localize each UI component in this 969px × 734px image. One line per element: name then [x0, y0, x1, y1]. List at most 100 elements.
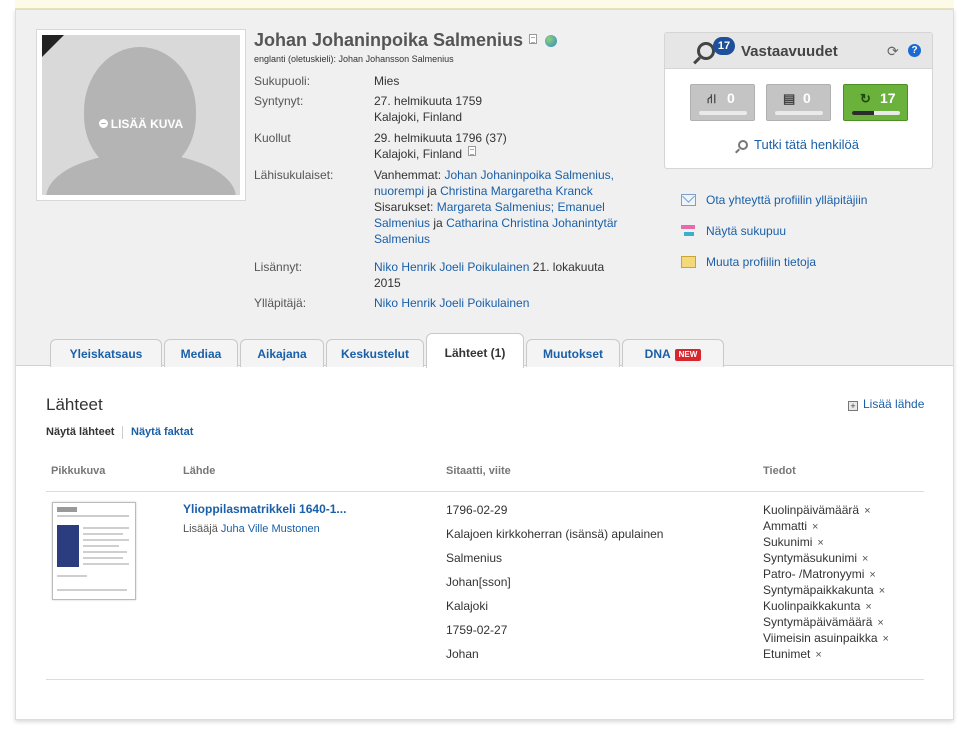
added-by-label: Lisääjä	[183, 523, 218, 535]
add-photo-button[interactable]: LISÄÄ KUVA	[42, 117, 240, 131]
progress-bar	[852, 111, 900, 115]
column-header-source: Lähde	[183, 465, 216, 477]
tab-dna[interactable]: DNA NEW	[622, 339, 724, 367]
table-header-divider	[46, 491, 924, 492]
source-thumbnail[interactable]	[52, 502, 136, 600]
sibling-link-cont[interactable]: Salmenius	[374, 232, 430, 246]
remove-icon[interactable]: ×	[869, 569, 875, 581]
fact-label: Kuollut	[254, 131, 291, 145]
column-header-citation: Sitaatti, viite	[446, 465, 511, 477]
view-tree-link[interactable]: Näytä sukupuu	[681, 224, 786, 238]
record-match-icon: ▤	[783, 91, 796, 106]
remove-icon[interactable]: ×	[815, 649, 821, 661]
fact-tag-label: Kuolinpäivämäärä	[763, 503, 860, 517]
profile-name-row: Johan Johaninpoika Salmenius	[254, 30, 558, 51]
tab-discussions[interactable]: Keskustelut	[326, 339, 424, 367]
thumb-logo	[57, 507, 77, 512]
family-tree-icon	[681, 225, 696, 237]
sibling-link[interactable]: Emanuel	[557, 200, 604, 214]
contact-managers-link[interactable]: Ota yhteyttä profiilin ylläpitäjiin	[681, 193, 867, 207]
source-adder-link[interactable]: Juha Ville Mustonen	[221, 523, 320, 535]
sibling-link[interactable]: Margareta Salmenius;	[437, 200, 554, 214]
tab-sources[interactable]: Lähteet (1)	[426, 333, 524, 368]
remove-icon[interactable]: ×	[883, 633, 889, 645]
death-place: Kalajoki, Finland	[374, 147, 463, 161]
citation-item: Kalajoen kirkkoherran (isänsä) apulainen	[446, 527, 664, 541]
thumb-line	[83, 563, 129, 565]
parent-link[interactable]: Christina Margaretha Kranck	[440, 184, 593, 198]
thumb-line	[83, 533, 123, 535]
thumb-line	[57, 575, 87, 577]
tree-matches-button[interactable]: ⛙ 0	[690, 84, 755, 121]
remove-icon[interactable]: ×	[817, 537, 823, 549]
remove-icon[interactable]: ×	[879, 585, 885, 597]
source-title-link[interactable]: Ylioppilasmatrikkeli 1640-1...	[183, 502, 346, 516]
thumb-sidebar	[57, 525, 79, 567]
thumb-line	[83, 551, 127, 553]
show-facts-tab[interactable]: Näytä faktat	[131, 426, 193, 438]
add-source-button[interactable]: + Lisää lähde	[848, 397, 924, 411]
fact-tag-label: Viimeisin asuinpaikka	[763, 631, 878, 645]
thumb-line	[57, 515, 129, 517]
parent-link[interactable]: Johan Johaninpoika Salmenius,	[445, 168, 614, 182]
matches-header: 17 Vastaavuudet ⟳ ?	[665, 33, 932, 69]
matches-panel: 17 Vastaavuudet ⟳ ? ⛙ 0 ▤ 0 ↻ 17 Tutki t…	[664, 32, 933, 169]
fact-tag: Etunimet ×	[763, 646, 822, 663]
remove-icon[interactable]: ×	[862, 553, 868, 565]
explore-person-link[interactable]: Tutki tätä henkilöä	[738, 137, 859, 152]
remove-icon[interactable]: ×	[877, 617, 883, 629]
death-date: 29. helmikuuta 1796 (37)	[374, 131, 507, 145]
progress-fill	[852, 111, 874, 115]
add-photo-label: LISÄÄ KUVA	[110, 117, 184, 131]
tab-overview[interactable]: Yleiskatsaus	[50, 339, 162, 367]
fact-tag: Kuolinpäivämäärä ×	[763, 502, 871, 519]
remove-icon[interactable]: ×	[865, 601, 871, 613]
tree-matches-count: 0	[727, 90, 735, 106]
globe-icon[interactable]	[545, 35, 558, 47]
table-bottom-divider	[46, 679, 924, 680]
added-by-link[interactable]: Niko Henrik Joeli Poikulainen	[374, 260, 529, 274]
birth-date: 27. helmikuuta 1759	[374, 94, 483, 108]
profile-page: LISÄÄ KUVA Johan Johaninpoika Salmenius …	[15, 9, 954, 720]
fact-tag-label: Syntymäsukunimi	[763, 551, 858, 565]
sibling-link[interactable]: Catharina Christina Johanintytär	[446, 216, 617, 230]
remove-icon[interactable]: ×	[812, 521, 818, 533]
source-added-by: Lisääjä Juha Ville Mustonen	[183, 523, 320, 535]
view-tree-label: Näytä sukupuu	[706, 224, 787, 238]
photo-placeholder: LISÄÄ KUVA	[42, 35, 240, 195]
tab-label: Lähteet (1)	[444, 346, 506, 360]
add-source-label: Lisää lähde	[863, 397, 925, 411]
refresh-icon[interactable]: ⟳	[887, 44, 901, 58]
fact-value: 29. helmikuuta 1796 (37) Kalajoki, Finlan…	[374, 130, 624, 162]
fact-value: Niko Henrik Joeli Poikulainen 21. lokaku…	[374, 259, 624, 291]
remove-icon[interactable]: ×	[864, 505, 870, 517]
plus-icon: +	[848, 401, 858, 411]
smart-matches-button[interactable]: ↻ 17	[843, 84, 908, 121]
manager-link[interactable]: Niko Henrik Joeli Poikulainen	[374, 296, 529, 310]
document-icon[interactable]	[468, 146, 477, 156]
subtab-divider	[122, 426, 123, 439]
help-icon[interactable]: ?	[908, 44, 921, 57]
tab-changes[interactable]: Muutokset	[526, 339, 620, 367]
thumb-line	[83, 527, 129, 529]
tab-media[interactable]: Mediaa	[164, 339, 238, 367]
tab-timeline[interactable]: Aikajana	[240, 339, 324, 367]
progress-bar	[775, 111, 823, 115]
citation-item: 1796-02-29	[446, 503, 508, 517]
profile-photo[interactable]: LISÄÄ KUVA	[36, 29, 246, 201]
smart-matches-count: 17	[880, 90, 896, 106]
document-icon[interactable]	[529, 34, 538, 44]
silhouette-body	[46, 153, 236, 195]
record-matches-button[interactable]: ▤ 0	[766, 84, 831, 121]
profile-name: Johan Johaninpoika Salmenius	[254, 30, 524, 50]
edit-profile-link[interactable]: Muuta profiilin tietoja	[681, 255, 816, 269]
fact-label: Ylläpitäjä:	[254, 296, 307, 310]
fact-tag: Ammatti ×	[763, 518, 818, 535]
citation-item: Johan	[446, 647, 479, 661]
fact-tag: Syntymäpäivämäärä ×	[763, 614, 884, 631]
parent-link-cont[interactable]: nuorempi	[374, 184, 424, 198]
show-sources-tab[interactable]: Näytä lähteet	[46, 426, 114, 438]
fact-label: Sukupuoli:	[254, 74, 311, 88]
sibling-link-cont[interactable]: Salmenius	[374, 216, 430, 230]
fact-tag: Syntymäpaikkakunta ×	[763, 582, 885, 599]
